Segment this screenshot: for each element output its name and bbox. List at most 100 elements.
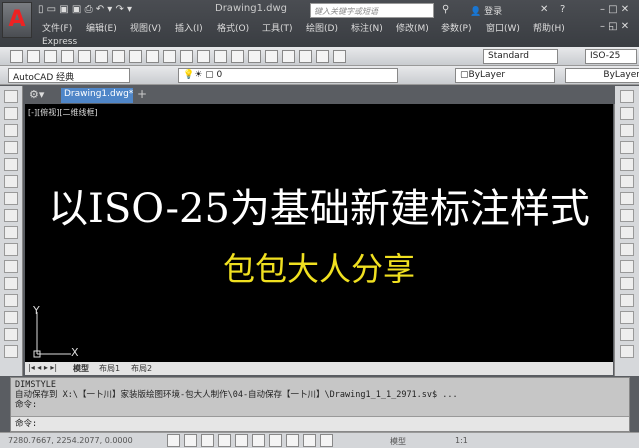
color-select[interactable]: ▢ByLayer	[455, 68, 555, 83]
join-icon[interactable]	[620, 294, 634, 307]
text-style-select[interactable]: Standard	[483, 49, 558, 64]
properties-icon[interactable]	[265, 50, 278, 63]
help-icon[interactable]	[333, 50, 346, 63]
zoom-window-icon[interactable]	[248, 50, 261, 63]
tab-navigation-arrows[interactable]: |◂ ◂ ▸ ▸|	[28, 363, 57, 372]
polyline-icon[interactable]	[4, 124, 18, 137]
menu-draw[interactable]: 绘图(D)	[306, 21, 338, 34]
publish-icon[interactable]	[95, 50, 108, 63]
arc-icon[interactable]	[4, 175, 18, 188]
scale-icon[interactable]	[620, 209, 634, 222]
window-controls[interactable]: – □ ✕	[600, 4, 629, 15]
menu-parametric[interactable]: 参数(P)	[441, 21, 471, 34]
zoom-icon[interactable]	[231, 50, 244, 63]
save-icon[interactable]	[44, 50, 57, 63]
table-icon[interactable]	[4, 345, 18, 358]
preview-icon[interactable]	[78, 50, 91, 63]
tab-drawing1[interactable]: Drawing1.dwg*	[61, 88, 133, 103]
print-icon[interactable]	[61, 50, 74, 63]
status-bar: 7280.7667, 2254.2077, 0.0000 模型 1:1	[0, 432, 639, 448]
tab-layout1[interactable]: 布局1	[99, 363, 120, 374]
viewport-label[interactable]: [-][俯视][二维线框]	[28, 107, 98, 118]
redo-icon[interactable]	[197, 50, 210, 63]
menu-format[interactable]: 格式(O)	[217, 21, 249, 34]
drawing-canvas[interactable]: [-][俯视][二维线框] 以ISO-25为基础新建标注样式 包包大人分享 Y …	[25, 104, 613, 362]
menu-tools[interactable]: 工具(T)	[262, 21, 293, 34]
quick-access-toolbar[interactable]: ▯ ▭ ▣ ▣ ⎙ ↶ ▾ ↷ ▾	[38, 4, 132, 15]
document-window-controls[interactable]: – ◱ ✕	[600, 21, 629, 32]
menu-edit[interactable]: 编辑(E)	[86, 21, 117, 34]
application-menu-button[interactable]: A	[2, 2, 32, 38]
menu-view[interactable]: 视图(V)	[130, 21, 161, 34]
menu-modify[interactable]: 修改(M)	[396, 21, 429, 34]
explode-icon[interactable]	[620, 345, 634, 358]
binoculars-icon[interactable]: ⚲	[442, 4, 449, 15]
login-button[interactable]: 👤 登录	[470, 4, 502, 17]
break-icon[interactable]	[620, 277, 634, 290]
tab-layout2[interactable]: 布局2	[131, 363, 152, 374]
spline-icon[interactable]	[4, 226, 18, 239]
layer-select[interactable]: 💡☀ ▢ 0	[178, 68, 398, 83]
new-icon[interactable]	[10, 50, 23, 63]
document-title: Drawing1.dwg	[215, 3, 287, 14]
ellipse-arc-icon[interactable]	[4, 260, 18, 273]
dim-style-select[interactable]: ISO-25	[585, 49, 637, 64]
file-tabs: ⚙▾ Drawing1.dwg* +	[25, 86, 615, 104]
drafting-toggles[interactable]	[165, 434, 335, 447]
make-block-icon[interactable]	[4, 294, 18, 307]
menu-window[interactable]: 窗口(W)	[486, 21, 520, 34]
help-icon[interactable]: ?	[560, 4, 565, 15]
workspace-select[interactable]: AutoCAD 经典	[8, 68, 130, 83]
copy-icon[interactable]	[129, 50, 142, 63]
design-center-icon[interactable]	[282, 50, 295, 63]
ellipse-icon[interactable]	[4, 243, 18, 256]
point-icon[interactable]	[4, 311, 18, 324]
menu-insert[interactable]: 插入(I)	[175, 21, 203, 34]
fillet-icon[interactable]	[620, 328, 634, 341]
move-icon[interactable]	[620, 175, 634, 188]
insert-block-icon[interactable]	[4, 277, 18, 290]
circle-icon[interactable]	[4, 192, 18, 205]
menu-file[interactable]: 文件(F)	[42, 21, 72, 34]
array-icon[interactable]	[620, 158, 634, 171]
rectangle-icon[interactable]	[4, 158, 18, 171]
ucs-y-label: Y	[32, 304, 40, 317]
new-tab-button[interactable]: +	[137, 87, 147, 101]
rotate-icon[interactable]	[620, 192, 634, 205]
command-window: DIMSTYLE 自动保存到 X:\【一卜川】家装版绘图环境-包大人制作\04-…	[10, 377, 630, 432]
open-icon[interactable]	[27, 50, 40, 63]
erase-icon[interactable]	[620, 90, 634, 103]
linetype-select[interactable]: ByLayer	[565, 68, 639, 83]
mirror-icon[interactable]	[620, 124, 634, 137]
title-bar: A ▯ ▭ ▣ ▣ ⎙ ↶ ▾ ↷ ▾ Drawing1.dwg 键入关键字或短…	[0, 0, 639, 47]
revcloud-icon[interactable]	[4, 209, 18, 222]
copy-object-icon[interactable]	[620, 107, 634, 120]
calculator-icon[interactable]	[316, 50, 329, 63]
match-properties-icon[interactable]	[163, 50, 176, 63]
annotation-scale[interactable]: 1:1	[455, 436, 468, 445]
exchange-icon[interactable]: ✕	[540, 4, 548, 15]
polygon-icon[interactable]	[4, 141, 18, 154]
trim-icon[interactable]	[620, 243, 634, 256]
tool-palette-icon[interactable]	[299, 50, 312, 63]
menu-express[interactable]: Express	[42, 37, 77, 47]
construction-line-icon[interactable]	[4, 107, 18, 120]
gear-icon[interactable]: ⚙▾	[29, 88, 44, 101]
offset-icon[interactable]	[620, 141, 634, 154]
menu-help[interactable]: 帮助(H)	[533, 21, 565, 34]
command-input[interactable]: 命令:	[11, 416, 629, 431]
cut-icon[interactable]	[112, 50, 125, 63]
extend-icon[interactable]	[620, 260, 634, 273]
stretch-icon[interactable]	[620, 226, 634, 239]
modify-toolbar	[614, 86, 639, 376]
pan-icon[interactable]	[214, 50, 227, 63]
undo-icon[interactable]	[180, 50, 193, 63]
hatch-icon[interactable]	[4, 328, 18, 341]
tab-model[interactable]: 模型	[73, 363, 89, 374]
paste-icon[interactable]	[146, 50, 159, 63]
line-icon[interactable]	[4, 90, 18, 103]
chamfer-icon[interactable]	[620, 311, 634, 324]
model-button[interactable]: 模型	[390, 436, 406, 447]
search-input[interactable]: 键入关键字或短语	[310, 3, 434, 18]
menu-dimension[interactable]: 标注(N)	[351, 21, 383, 34]
